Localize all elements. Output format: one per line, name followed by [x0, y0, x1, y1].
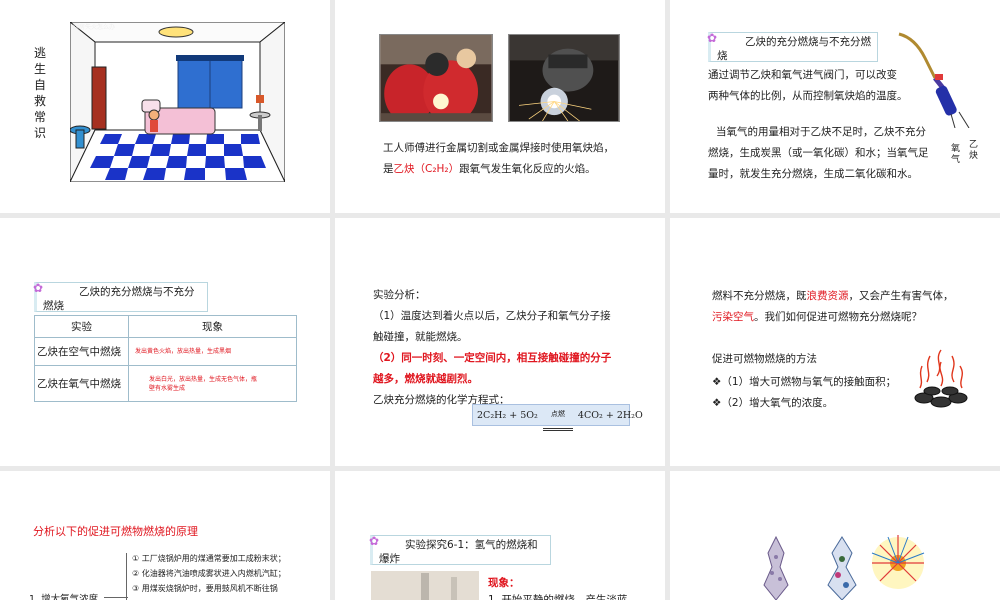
slide-thumbnail-2[interactable]: 工人师傅进行金属切割或金属焊接时使用氧炔焰， 是乙炔（C₂H₂）跟氧气发生氧化反…: [335, 0, 665, 213]
list-item: ③ 用煤炭烧锅炉时，要用鼓风机不断往锅: [132, 584, 278, 593]
oxygen-label: 氧气: [951, 144, 961, 165]
table-row: 乙炔在空气中燃烧 发出黄色火焰，放出热量，生成黑烟: [34, 337, 297, 366]
welding-photo-2: [508, 34, 620, 122]
apparatus-photo: [371, 571, 479, 600]
welding-description: 工人师傅进行金属切割或金属焊接时使用氧炔焰， 是乙炔（C₂H₂）跟氧气发生氧化反…: [383, 142, 614, 175]
table-header-row: 实验 现象: [34, 315, 297, 338]
bracket-line: [126, 553, 130, 600]
header-experiment: 实验: [34, 315, 129, 338]
oxyacetylene-torch-illustration: [898, 32, 970, 128]
acetylene-label: 乙炔: [969, 140, 979, 161]
bedroom-illustration: 厨房失火怎么办: [70, 22, 285, 182]
results-table: 实验 现象 乙炔在空气中燃烧 发出黄色火焰，放出热量，生成黑烟 乙炔在氧气中燃烧…: [34, 315, 297, 402]
list-item: ❖（2）增大氧气的浓度。: [712, 397, 834, 409]
phenomenon-item: 1. 开始平静的燃烧，产生淡蓝: [488, 594, 628, 600]
acetylene-term: 乙炔（C₂H₂）: [393, 163, 460, 175]
slide-thumbnail-6[interactable]: 燃料不充分燃烧，既浪费资源，又会产生有害气体， 污染空气。我们如何促进可燃物充分…: [670, 218, 1000, 466]
reaction-condition: 点燃: [550, 410, 565, 418]
welding-photo-1: [379, 34, 493, 122]
table-row: 乙炔在氧气中燃烧 发出白光，放出热量，生成无色气体，瓶壁有水雾生成: [34, 365, 297, 402]
slide-thumbnail-9[interactable]: [670, 471, 1000, 600]
incomplete-combustion-text: 燃料不充分燃烧，既浪费资源，又会产生有害气体， 污染空气。我们如何促进可燃物充分…: [712, 290, 954, 323]
slide-thumbnail-1[interactable]: 逃 生 自 救 常 识 厨房失火怎么办: [0, 0, 330, 213]
combustion-methods: 促进可燃物燃烧的方法 ❖（1）增大可燃物与氧气的接触面积； ❖（2）增大氧气的浓…: [712, 349, 932, 414]
flame-color-illustration: [763, 535, 925, 600]
slide-thumbnail-3[interactable]: ✿ 乙炔的充分燃烧与不充分燃烧 通过调节乙炔和氧气进气阀门，可以改变 两种气体的…: [670, 0, 1000, 213]
experiment-analysis: 实验分析： （1）温度达到着火点以后，乙炔分子和氧气分子接 触碰撞，就能燃烧。 …: [373, 289, 612, 406]
vertical-title: 逃 生 自 救 常 识: [33, 46, 46, 140]
phenomenon-label: 现象：: [488, 577, 520, 589]
list-item: ② 化油器将汽油喷成雾状进入内燃机汽缸；: [132, 569, 286, 578]
principle-label: 1. 增大氧气浓度: [29, 594, 99, 600]
butterfly-icon: ✿: [369, 534, 380, 548]
list-item: ❖（1）增大可燃物与氧气的接触面积；: [712, 376, 897, 388]
campfire-icon: [914, 349, 968, 408]
header-phenomenon: 现象: [128, 315, 297, 338]
examples-list: ① 工厂烧锅炉用的煤通常要加工成粉末状； ② 化油器将汽油喷成雾状进入内燃机汽缸…: [132, 551, 330, 596]
chemical-equation: 2C₂H₂ + 5O₂ 点燃 4CO₂ + 2H₂O: [472, 404, 643, 431]
svg-text:厨房失火怎么办: 厨房失火怎么办: [73, 23, 115, 31]
slide-thumbnail-4[interactable]: ✿ 乙炔的充分燃烧与不充分燃烧 实验 现象 乙炔在空气中燃烧 发出黄色火焰，放出…: [0, 218, 330, 466]
slide-thumbnail-5[interactable]: 实验分析： （1）温度达到着火点以后，乙炔分子和氧气分子接 触碰撞，就能燃烧。 …: [335, 218, 665, 466]
butterfly-icon: ✿: [707, 31, 718, 45]
slide-title: ✿ 乙炔的充分燃烧与不充分燃烧: [33, 281, 208, 312]
list-item: ① 工厂烧锅炉用的煤通常要加工成粉末状；: [132, 554, 286, 563]
slide-heading: 分析以下的促进可燃物燃烧的原理: [33, 525, 198, 538]
oxygen-ratio-text: 当氧气的用量相对于乙炔不足时，乙炔不充分 燃烧，生成炭黑（或一氧化碳）和水；当氧…: [708, 126, 929, 180]
slide-thumbnail-7[interactable]: 分析以下的促进可燃物燃烧的原理 ① 工厂烧锅炉用的煤通常要加工成粉末状； ② 化…: [0, 471, 330, 600]
slide-title: ✿ 实验探究6-1：氢气的燃烧和爆炸: [369, 534, 551, 565]
slide-title: ✿ 乙炔的充分燃烧与不充分燃烧: [707, 31, 878, 62]
slide-thumbnail-8[interactable]: ✿ 实验探究6-1：氢气的燃烧和爆炸 现象： 1. 开始平静的燃烧，产生淡蓝: [335, 471, 665, 600]
butterfly-icon: ✿: [33, 281, 44, 295]
